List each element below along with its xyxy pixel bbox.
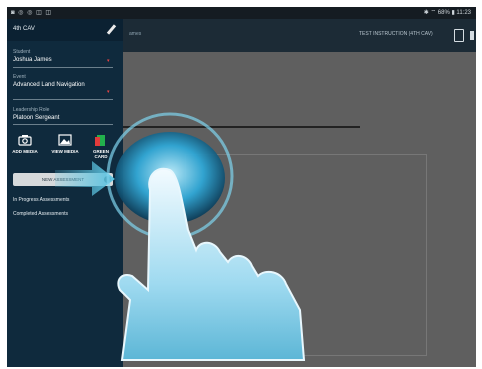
tap-gesture-illustration	[55, 112, 306, 361]
pointer-arrow-icon	[55, 161, 115, 196]
